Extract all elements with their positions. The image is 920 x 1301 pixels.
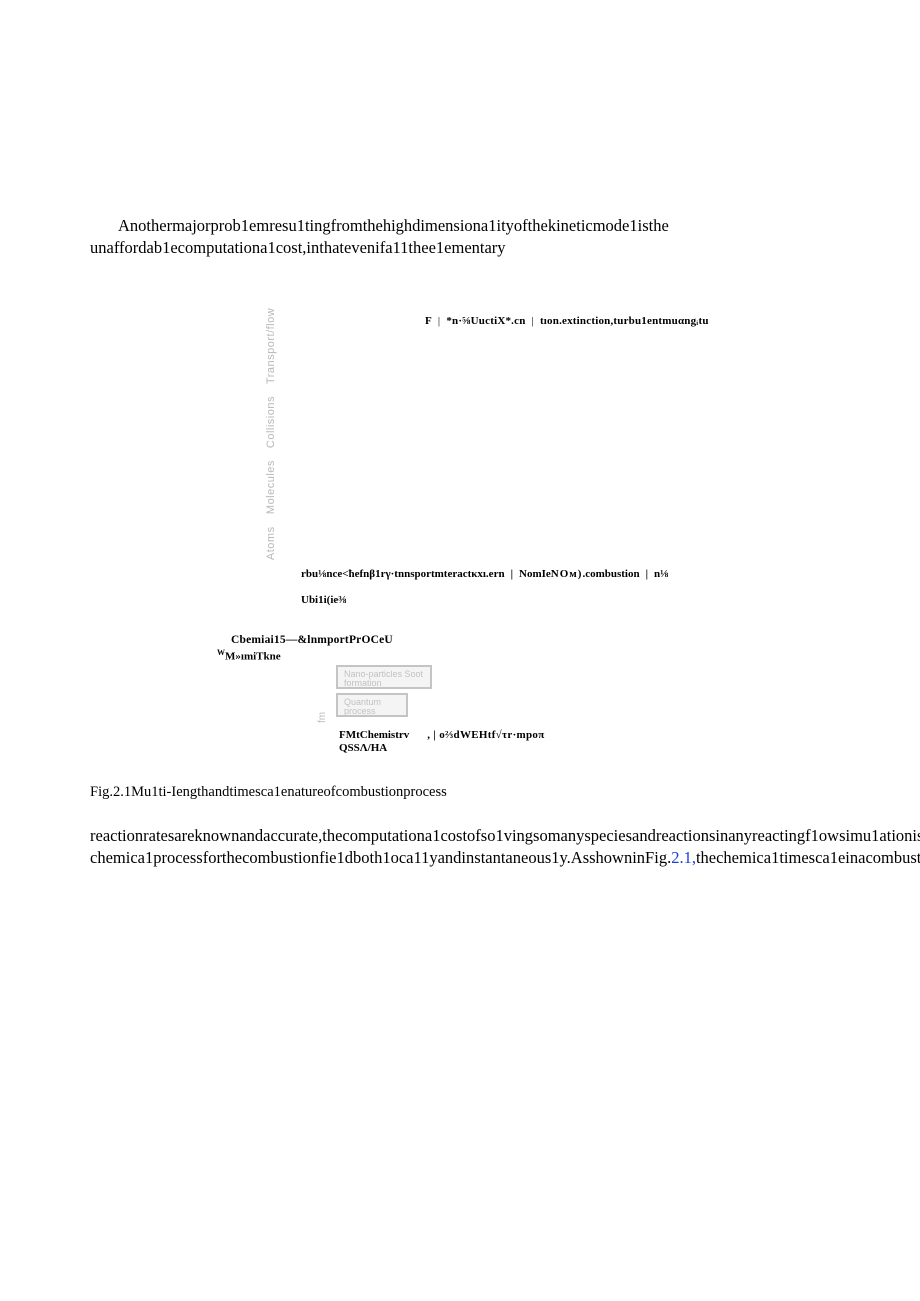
figure-mid-labels: rbu⅛nce<ħefnβ1rγ·tnnsportmteractκxı.ern … <box>301 567 761 609</box>
figure-bottom-labels: FMtChemistrv QSSΛ/HA , | o⅔dWEHtf√τr·mpo… <box>339 729 775 754</box>
fig-mid-c: n⅛ <box>654 567 668 582</box>
fig-bottom-comma: , <box>427 729 430 741</box>
separator-icon: | <box>433 729 436 741</box>
yaxis-molecules: Molecules <box>265 461 277 515</box>
fig-bottom-l1b: QSSΛ/HA <box>339 742 387 754</box>
page: Anothermajorprob1emresu1tingfromthehighd… <box>0 0 920 1301</box>
fig-bottom-l1a: FMtChemistrv <box>339 729 409 741</box>
link-fig-2-1[interactable]: 2.1, <box>671 848 696 867</box>
yaxis-atoms: Atoms <box>265 527 277 561</box>
fig-bottom-r: o⅔dWEHtf√τr·mpoπ <box>439 729 544 741</box>
figure-yaxis: Atoms Molecules Collisions Transport/flo… <box>265 331 775 561</box>
yaxis-collisions: Collisions <box>265 397 277 449</box>
fig-top-a: *n·⅝UuctiX*.cn <box>446 315 525 327</box>
yaxis-labels: Atoms Molecules Collisions Transport/flo… <box>265 308 277 560</box>
figure-w-line: WM»ımiTkne <box>217 648 775 663</box>
box-quantum-process: Quantum process <box>336 693 408 717</box>
separator-icon: | <box>646 567 648 582</box>
separator-icon: | <box>532 315 534 327</box>
box-nano-particles: Nano-particles Soot formation <box>336 665 432 689</box>
fig-mid-a: rbu⅛nce<ħefnβ1rγ·tnnsportmteractκxı.ern <box>301 567 505 582</box>
separator-icon: | <box>438 315 440 327</box>
fig-bottom-left: FMtChemistrv QSSΛ/HA <box>339 729 409 754</box>
fig-top-b: tıon.extinction,turbu1entmuαngᵢtu <box>540 315 709 327</box>
figure-caption: Fig.2.1Mu1ti-Iengthandtimesca1enatureofc… <box>90 784 830 801</box>
figure-box-column: Nano-particles Soot formation Quantum pr… <box>336 665 432 717</box>
body-paragraph: reactionratesareknownandaccurate,thecomp… <box>90 825 830 870</box>
intro-paragraph: Anothermajorprob1emresu1tingfromthehighd… <box>90 215 830 260</box>
figure-lower-diagram: fm Nano-particles Soot formation Quantum… <box>317 665 775 723</box>
fig-mid-b: NomIeNOᴍ).combustion <box>519 567 640 582</box>
separator-icon: | <box>511 567 513 582</box>
figure-2-1: F | *n·⅝UuctiX*.cn | tıon.extinction,tur… <box>235 315 775 755</box>
body-p2: thechemica1timesca1einacombustionprocess… <box>696 848 920 867</box>
fig-top-f: F <box>425 315 432 327</box>
fig-mid-b-nom: NOᴍ) <box>551 568 583 580</box>
intro-line-1: Anothermajorprob1emresu1tingfromthehighd… <box>90 215 830 237</box>
fig-mid-d: Ubi1i(ie⅜ <box>301 593 347 608</box>
figure-sub-heading: Cbemiai15—&lnmportPrOCeU <box>231 634 775 646</box>
fig-mid-b-pre: NomIe <box>519 568 551 580</box>
fig-bottom-right: , | o⅔dWEHtf√τr·mpoπ <box>427 729 544 741</box>
yaxis-transport: Transport/flow <box>265 308 277 384</box>
fig-mid-b-post: .combustion <box>582 568 639 580</box>
fm-yaxis-label: fm <box>317 665 328 723</box>
figure-top-labels: F | *n·⅝UuctiX*.cn | tıon.extinction,tur… <box>425 315 775 327</box>
figure-w-line-text: M»ımiTkne <box>225 651 281 663</box>
intro-line-2: unaffordab1ecomputationa1cost,inthateven… <box>90 238 506 257</box>
